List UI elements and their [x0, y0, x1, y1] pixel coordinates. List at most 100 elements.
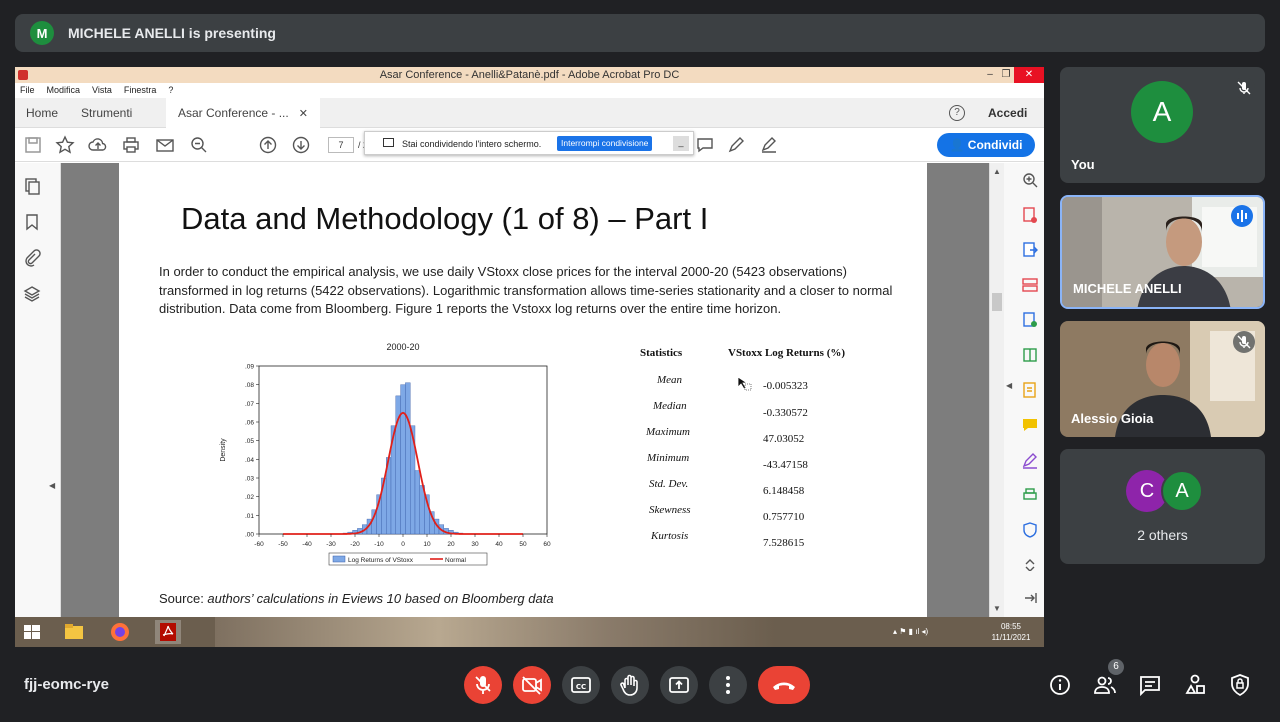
- leave-call-button[interactable]: [758, 666, 810, 704]
- tab-close-icon[interactable]: ✕: [299, 108, 308, 120]
- collapse-right-icon[interactable]: ◀: [1006, 381, 1012, 390]
- menu-vista[interactable]: Vista: [92, 83, 112, 98]
- page-up-icon[interactable]: [258, 135, 278, 155]
- save-icon[interactable]: [23, 135, 43, 155]
- restore-icon[interactable]: ❐: [998, 67, 1014, 83]
- stop-sharing-button[interactable]: Interrompi condivisione: [557, 136, 653, 151]
- menu-file[interactable]: File: [20, 83, 35, 98]
- print-icon[interactable]: [121, 135, 141, 155]
- vertical-scrollbar[interactable]: ▲ ▼: [990, 163, 1004, 617]
- toolbar: 7 / 2 Stai condividendo l'intero schermo…: [15, 128, 1044, 162]
- system-tray: ▴ ⚑ ▮ ıl ◂): [893, 617, 928, 647]
- comment-tool-icon[interactable]: [1021, 416, 1039, 434]
- activities-icon[interactable]: [1183, 673, 1207, 697]
- menu-finestra[interactable]: Finestra: [124, 83, 157, 98]
- acrobat-taskbar-icon[interactable]: [155, 620, 181, 644]
- email-icon[interactable]: [155, 135, 175, 155]
- menu-help[interactable]: ?: [168, 83, 173, 98]
- tab-tools[interactable]: Strumenti: [81, 98, 132, 128]
- create-pdf-icon[interactable]: [1021, 206, 1039, 224]
- meeting-details-icon[interactable]: [1048, 673, 1072, 697]
- svg-text:CC: CC: [576, 683, 586, 691]
- system-clock[interactable]: 08:55 11/11/2021: [987, 621, 1035, 643]
- scroll-thumb[interactable]: [992, 293, 1002, 311]
- expand-panel-icon[interactable]: [1021, 589, 1039, 607]
- upload-cloud-icon[interactable]: [88, 135, 108, 155]
- share-user-icon: 👤: [949, 138, 968, 152]
- minimize-icon[interactable]: –: [982, 67, 998, 83]
- participant-tile-you[interactable]: A You: [1060, 67, 1265, 183]
- windows-start-icon[interactable]: [19, 620, 45, 644]
- captions-button[interactable]: CC: [562, 666, 600, 704]
- print-production-icon[interactable]: [1021, 486, 1039, 504]
- window-titlebar: Asar Conference - Anelli&Patanè.pdf - Ad…: [15, 67, 1044, 83]
- tab-document[interactable]: Asar Conference - ... ✕: [166, 98, 320, 128]
- y-tick-label-5: .05: [245, 438, 254, 445]
- source-text: authors’ calculations in Eviews 10 based…: [207, 591, 554, 606]
- participants-icon[interactable]: [1093, 673, 1117, 697]
- menu-modifica[interactable]: Modifica: [47, 83, 81, 98]
- participant-tile-michele-anelli[interactable]: MICHELE ANELLI: [1060, 195, 1265, 309]
- chart-title: 2000-20: [386, 342, 419, 352]
- raise-hand-button[interactable]: [611, 666, 649, 704]
- signature-tool-icon[interactable]: [1021, 451, 1039, 469]
- mic-toggle-button[interactable]: [464, 666, 502, 704]
- zoom-out-icon[interactable]: [189, 135, 209, 155]
- edit-pdf-icon[interactable]: [1021, 311, 1039, 329]
- tab-home[interactable]: Home: [26, 98, 58, 128]
- legend-label-normal: Normal: [445, 557, 467, 564]
- stat-value-maximum: 47.03052: [763, 433, 805, 445]
- bookmark-icon[interactable]: [23, 213, 41, 231]
- page-down-icon[interactable]: [291, 135, 311, 155]
- participants-count-badge: 6: [1108, 659, 1124, 675]
- fill-sign-icon[interactable]: [1021, 381, 1039, 399]
- share-notice-minimize-icon[interactable]: _: [673, 136, 689, 151]
- organize-pages-icon[interactable]: [1021, 276, 1039, 294]
- more-tools-icon[interactable]: [1021, 553, 1039, 571]
- layers-icon[interactable]: [23, 285, 41, 303]
- share-button[interactable]: 👤 Condividi: [937, 133, 1035, 157]
- page-number-input[interactable]: 7: [328, 137, 354, 153]
- you-avatar: A: [1131, 81, 1193, 143]
- participant-tile-others[interactable]: C A 2 others: [1060, 449, 1265, 564]
- camera-toggle-button[interactable]: [513, 666, 551, 704]
- mouse-cursor-icon: [737, 376, 752, 391]
- host-controls-icon[interactable]: [1228, 673, 1252, 697]
- stats-header-statistics: Statistics: [640, 347, 683, 359]
- participant-name-you: You: [1071, 157, 1095, 172]
- pages-thumbnail-icon[interactable]: [23, 177, 41, 195]
- attachment-icon[interactable]: [23, 249, 41, 267]
- pen-icon[interactable]: [726, 135, 746, 155]
- window-title: Asar Conference - Anelli&Patanè.pdf - Ad…: [379, 69, 680, 81]
- zoom-in-icon[interactable]: [1021, 171, 1039, 189]
- y-tick-label-3: .03: [245, 476, 254, 483]
- stat-value-std-dev: 6.148458: [763, 485, 805, 497]
- help-icon[interactable]: ?: [949, 105, 965, 121]
- sign-in-link[interactable]: Accedi: [988, 98, 1027, 128]
- y-axis-label: Density: [220, 438, 227, 462]
- participant-tile-alessio-gioia[interactable]: Alessio Gioia: [1060, 321, 1265, 437]
- present-screen-button[interactable]: [660, 666, 698, 704]
- comment-icon[interactable]: [695, 135, 715, 155]
- scroll-down-icon[interactable]: ▼: [993, 604, 1001, 613]
- close-icon[interactable]: ✕: [1014, 67, 1044, 83]
- collapse-left-icon[interactable]: ◀: [49, 481, 55, 490]
- star-icon[interactable]: [55, 135, 75, 155]
- scroll-up-icon[interactable]: ▲: [993, 167, 1001, 176]
- tray-icons[interactable]: ▴ ⚑ ▮ ıl ◂): [893, 627, 928, 636]
- export-pdf-icon[interactable]: [1021, 241, 1039, 259]
- chat-icon[interactable]: [1138, 673, 1162, 697]
- others-count-label: 2 others: [1137, 527, 1188, 543]
- more-options-button[interactable]: [709, 666, 747, 704]
- y-tick-label-8: .08: [245, 382, 254, 389]
- protect-shield-icon[interactable]: [1021, 521, 1039, 539]
- camera-off-icon: [522, 676, 542, 695]
- present-icon: [669, 677, 689, 693]
- stat-label-skewness: Skewness: [649, 504, 691, 516]
- other-avatar-a: A: [1161, 470, 1203, 512]
- sign-icon[interactable]: [759, 135, 779, 155]
- stat-value-mean: -0.005323: [763, 380, 808, 392]
- combine-files-icon[interactable]: [1021, 346, 1039, 364]
- file-explorer-icon[interactable]: [61, 620, 87, 644]
- firefox-icon[interactable]: [107, 620, 133, 644]
